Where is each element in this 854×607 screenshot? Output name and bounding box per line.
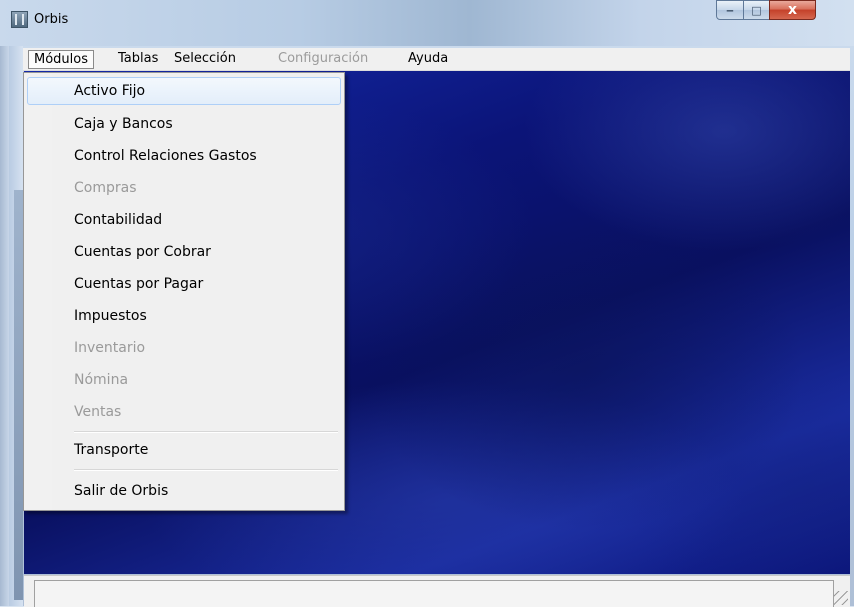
menu-item-caja-y-bancos[interactable]: Caja y Bancos: [27, 110, 341, 138]
menu-item-ventas: Ventas: [74, 404, 122, 420]
menu-item-impuestos[interactable]: Impuestos: [27, 302, 341, 330]
minimize-icon: ‒: [726, 3, 734, 17]
menu-configuracion: Configuración: [278, 51, 369, 66]
window-left-border: [0, 46, 9, 606]
menu-item-compras: Compras: [74, 180, 137, 196]
menu-tablas[interactable]: Tablas: [114, 50, 162, 68]
close-button[interactable]: x: [769, 0, 816, 20]
menu-item-salir-de-orbis[interactable]: Salir de Orbis: [27, 477, 341, 505]
menu-item-nomina: Nómina: [74, 372, 129, 388]
menu-separator: [74, 469, 338, 471]
status-bar: [24, 575, 850, 607]
window-frame: Orbis ‒ □ x Módulos Tablas Selección Con…: [0, 0, 854, 607]
orbis-app-icon[interactable]: [11, 11, 28, 28]
menu-separator: [74, 431, 338, 433]
menu-item-cuentas-por-pagar[interactable]: Cuentas por Pagar: [27, 270, 341, 298]
menu-modulos[interactable]: Módulos: [28, 50, 94, 69]
menu-ayuda[interactable]: Ayuda: [404, 50, 452, 68]
maximize-button[interactable]: □: [743, 0, 770, 20]
menu-item-contabilidad[interactable]: Contabilidad: [27, 206, 341, 234]
menu-item-control-relaciones-gastos[interactable]: Control Relaciones Gastos: [27, 142, 341, 170]
menu-bar: Módulos Tablas Selección Configuración A…: [23, 48, 850, 71]
title-bar[interactable]: Orbis ‒ □ x: [0, 0, 854, 46]
resize-grip-icon[interactable]: [834, 591, 848, 605]
menu-seleccion[interactable]: Selección: [170, 50, 240, 68]
menu-item-activo-fijo[interactable]: Activo Fijo: [27, 77, 341, 105]
window-title: Orbis: [34, 12, 69, 27]
modulos-dropdown-menu: Activo Fijo Caja y Bancos Control Relaci…: [23, 72, 345, 511]
window-left-accent: [14, 190, 23, 600]
menu-item-transporte[interactable]: Transporte: [27, 436, 341, 464]
maximize-icon: □: [751, 3, 762, 17]
status-panel: [34, 580, 834, 607]
menu-item-cuentas-por-cobrar[interactable]: Cuentas por Cobrar: [27, 238, 341, 266]
close-icon: x: [787, 2, 798, 18]
minimize-button[interactable]: ‒: [716, 0, 744, 20]
menu-item-inventario: Inventario: [74, 340, 146, 356]
